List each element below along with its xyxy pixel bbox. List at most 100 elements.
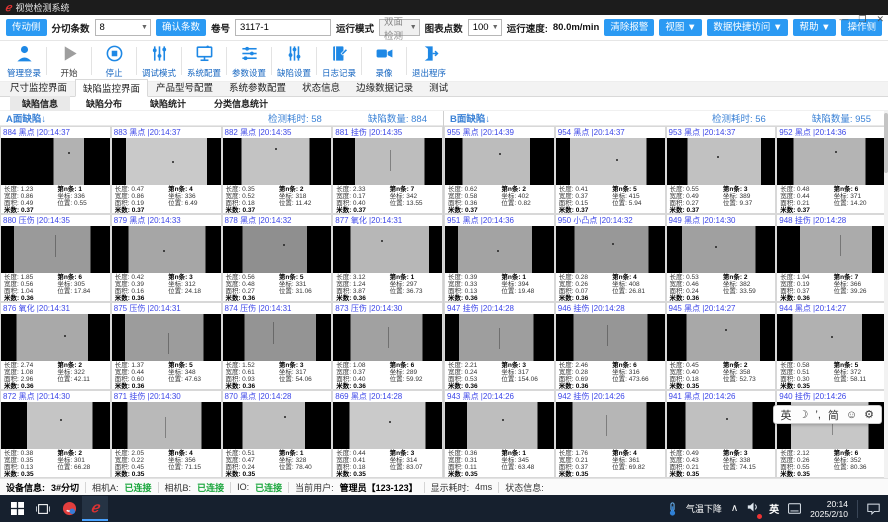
defect-cell[interactable]: 946 挂伤 |20:14:28长度: 2.46宽度: 0.28面积: 0.69… [555,302,666,390]
action-monitor-button[interactable]: 系统配置 [182,44,226,79]
input-method-app-icon[interactable] [56,496,82,521]
action-tune-v-button[interactable]: 调试模式 [137,44,181,79]
action-tune-h-button[interactable]: 参数设置 [227,44,271,79]
defect-cell[interactable]: 874 压伤 |20:14:31长度: 1.52宽度: 0.61面积: 0.93… [222,302,333,390]
defect-cell[interactable]: 880 压伤 |20:14:35长度: 1.85宽度: 0.56面积: 1.04… [0,214,111,302]
chart-points-select[interactable]: 100 ▼ [468,19,502,36]
slit-count-select[interactable]: 8 ▼ [95,19,151,36]
main-tab-5[interactable]: 边缘数据记录 [348,78,421,96]
language-indicator[interactable]: 英 [769,501,779,516]
ime-simplified-toggle[interactable]: 简 [828,407,839,423]
defect-cell[interactable]: 945 黑点 |20:14:27长度: 0.45宽度: 0.40面积: 0.18… [666,302,777,390]
minimize-button[interactable]: — [839,14,848,25]
main-tab-1[interactable]: 缺陷监控界面 [75,79,148,97]
sub-tab-2[interactable]: 缺陷统计 [138,96,198,111]
ime-punctuation-toggle[interactable]: ’, [815,409,821,421]
help-menu-button[interactable]: 帮助 ▼ [793,19,836,36]
action-center-icon[interactable] [867,503,880,515]
main-tab-4[interactable]: 状态信息 [294,78,348,96]
ime-settings-gear-icon[interactable]: ⚙ [864,408,874,421]
start-button[interactable] [4,496,30,521]
display-time-value: 4ms [475,482,492,492]
ime-lang-toggle[interactable]: 英 [781,407,792,423]
defect-cell[interactable]: 878 黑点 |20:14:32长度: 0.56宽度: 0.48面积: 0.27… [222,214,333,302]
data-quick-access-button[interactable]: 数据快捷访问 ▼ [707,19,788,36]
defect-cell[interactable]: 877 氧化 |20:14:31长度: 3.12宽度: 1.24面积: 3.87… [332,214,443,302]
touch-keyboard-icon[interactable] [788,503,801,514]
action-filters-button[interactable]: 缺陷设置 [272,44,316,79]
defect-cell[interactable]: 952 黑点 |20:14:36长度: 0.48宽度: 0.44面积: 0.21… [776,126,887,214]
defect-cell[interactable]: 955 黑点 |20:14:39长度: 0.62宽度: 0.58面积: 0.36… [444,126,555,214]
roll-number-input[interactable] [235,19,331,36]
run-mode-select[interactable]: 双面检测 ▼ [379,19,420,36]
main-tab-2[interactable]: 产品型号配置 [148,78,221,96]
action-user-button[interactable]: 管理登录 [2,44,46,79]
ime-emoji-icon[interactable]: ☺ [846,409,857,421]
defect-cell[interactable]: 870 黑点 |20:14:28长度: 0.51宽度: 0.47面积: 0.24… [222,390,333,478]
defect-cell[interactable]: 943 黑点 |20:14:26长度: 0.36宽度: 0.31面积: 0.11… [444,390,555,478]
confirm-count-button[interactable]: 确认条数 [156,19,206,36]
view-menu-button[interactable]: 视图 ▼ [659,19,702,36]
defect-cell[interactable]: 876 氧化 |20:14:31长度: 2.74宽度: 1.08面积: 2.96… [0,302,111,390]
defect-cell[interactable]: 881 挂伤 |20:14:35长度: 2.33宽度: 0.17面积: 0.40… [332,126,443,214]
ime-toolbar[interactable]: 英 ☽ ’, 简 ☺ ⚙ [773,405,882,424]
defect-cell[interactable]: 883 黑点 |20:14:37长度: 0.47宽度: 0.86面积: 0.19… [111,126,222,214]
defect-cell[interactable]: 953 黑点 |20:14:37长度: 0.55宽度: 0.49面积: 0.27… [666,126,777,214]
detail-left-column: 长度: 0.47宽度: 0.86面积: 0.19米数: 0.37 [115,186,168,212]
defect-cell[interactable]: 879 黑点 |20:14:33长度: 0.42宽度: 0.39面积: 0.16… [111,214,222,302]
task-view-button[interactable] [30,496,56,521]
action-camera-button[interactable]: 录像 [362,44,406,79]
defect-cell[interactable]: 949 黑点 |20:14:30长度: 0.53宽度: 0.46面积: 0.24… [666,214,777,302]
tray-expand-icon[interactable]: ∧ [731,503,738,514]
main-tab-0[interactable]: 尺寸监控界面 [2,78,75,96]
sub-tab-3[interactable]: 分类信息统计 [202,96,280,111]
maximize-button[interactable]: ❐ [858,14,866,25]
defect-cell[interactable]: 951 黑点 |20:14:36长度: 0.39宽度: 0.33面积: 0.13… [444,214,555,302]
defect-mark [283,244,285,246]
vertical-scrollbar[interactable] [884,111,888,478]
taskbar-clock[interactable]: 20:14 2025/2/10 [810,499,848,519]
drive-side-button[interactable]: 传动侧 [6,19,47,36]
panel-title[interactable]: A面缺陷↓ [6,111,46,125]
clear-alarm-button[interactable]: 清除报警 [604,19,654,36]
defect-cell[interactable]: 872 黑点 |20:14:30长度: 0.38宽度: 0.35面积: 0.13… [0,390,111,478]
panel-title[interactable]: B面缺陷↓ [450,111,490,125]
defect-cell[interactable]: 942 挂伤 |20:14:26长度: 1.76宽度: 0.21面积: 0.37… [555,390,666,478]
defect-cell[interactable]: 869 黑点 |20:14:28长度: 0.44宽度: 0.41面积: 0.18… [332,390,443,478]
close-button[interactable]: ✕ [876,14,884,25]
action-log-button[interactable]: 日志记录 [317,44,361,79]
defect-cell[interactable]: 873 压伤 |20:14:30长度: 1.08宽度: 0.37面积: 0.40… [332,302,443,390]
ime-moon-icon[interactable]: ☽ [799,408,809,421]
main-tab-3[interactable]: 系统参数配置 [221,78,294,96]
defect-cell[interactable]: 882 黑点 |20:14:35长度: 0.35宽度: 0.52面积: 0.18… [222,126,333,214]
action-exit-button[interactable]: 退出程序 [407,44,451,79]
sub-tab-1[interactable]: 缺陷分布 [74,96,134,111]
defect-cell[interactable]: 950 小凸点 |20:14:32长度: 0.28宽度: 0.26面积: 0.0… [555,214,666,302]
defect-details: 长度: 0.45宽度: 0.40面积: 0.18米数: 0.35第n条: 2坐标… [667,361,776,389]
detail-left-column: 长度: 0.44宽度: 0.41面积: 0.18米数: 0.35 [336,450,389,476]
detection-app-taskbar-icon[interactable]: ℯ [82,496,108,521]
defect-cell[interactable]: 884 黑点 |20:14:37长度: 1.23宽度: 0.86面积: 0.49… [0,126,111,214]
defect-cell[interactable]: 941 黑点 |20:14:26长度: 0.49宽度: 0.43面积: 0.21… [666,390,777,478]
state-info-label: 状态信息: [505,481,544,494]
defect-image [556,138,665,185]
defect-cell[interactable]: 944 黑点 |20:14:27长度: 0.58宽度: 0.51面积: 0.30… [776,302,887,390]
defect-image [223,138,332,185]
defect-cell[interactable]: 940 挂伤 |20:14:26长度: 2.12宽度: 0.26面积: 0.55… [776,390,887,478]
weather-text[interactable]: 气温下降 [686,502,722,515]
defect-cell[interactable]: 947 挂伤 |20:14:28长度: 2.21宽度: 0.24面积: 0.53… [444,302,555,390]
defect-cell[interactable]: 948 挂伤 |20:14:28长度: 1.94宽度: 0.19面积: 0.37… [776,214,887,302]
defect-cell[interactable]: 954 黑点 |20:14:37长度: 0.41宽度: 0.37面积: 0.15… [555,126,666,214]
main-tab-6[interactable]: 测试 [421,78,456,96]
app-logo-icon: ℯ [91,500,99,517]
detail-left-column: 长度: 2.33宽度: 0.17面积: 0.40米数: 0.37 [336,186,389,212]
action-stop-button[interactable]: 停止 [92,44,136,79]
defect-image [112,402,221,449]
defect-cell[interactable]: 875 压伤 |20:14:31长度: 1.37宽度: 0.44面积: 0.60… [111,302,222,390]
defect-details: 长度: 0.49宽度: 0.43面积: 0.21米数: 0.35第n条: 3坐标… [667,449,776,477]
defect-cell[interactable]: 871 挂伤 |20:14:30长度: 2.05宽度: 0.22面积: 0.45… [111,390,222,478]
action-play-button[interactable]: 开始 [47,44,91,79]
sub-tab-0[interactable]: 缺陷信息 [10,96,70,111]
defect-mark [165,417,166,438]
volume-icon[interactable] [747,500,760,518]
